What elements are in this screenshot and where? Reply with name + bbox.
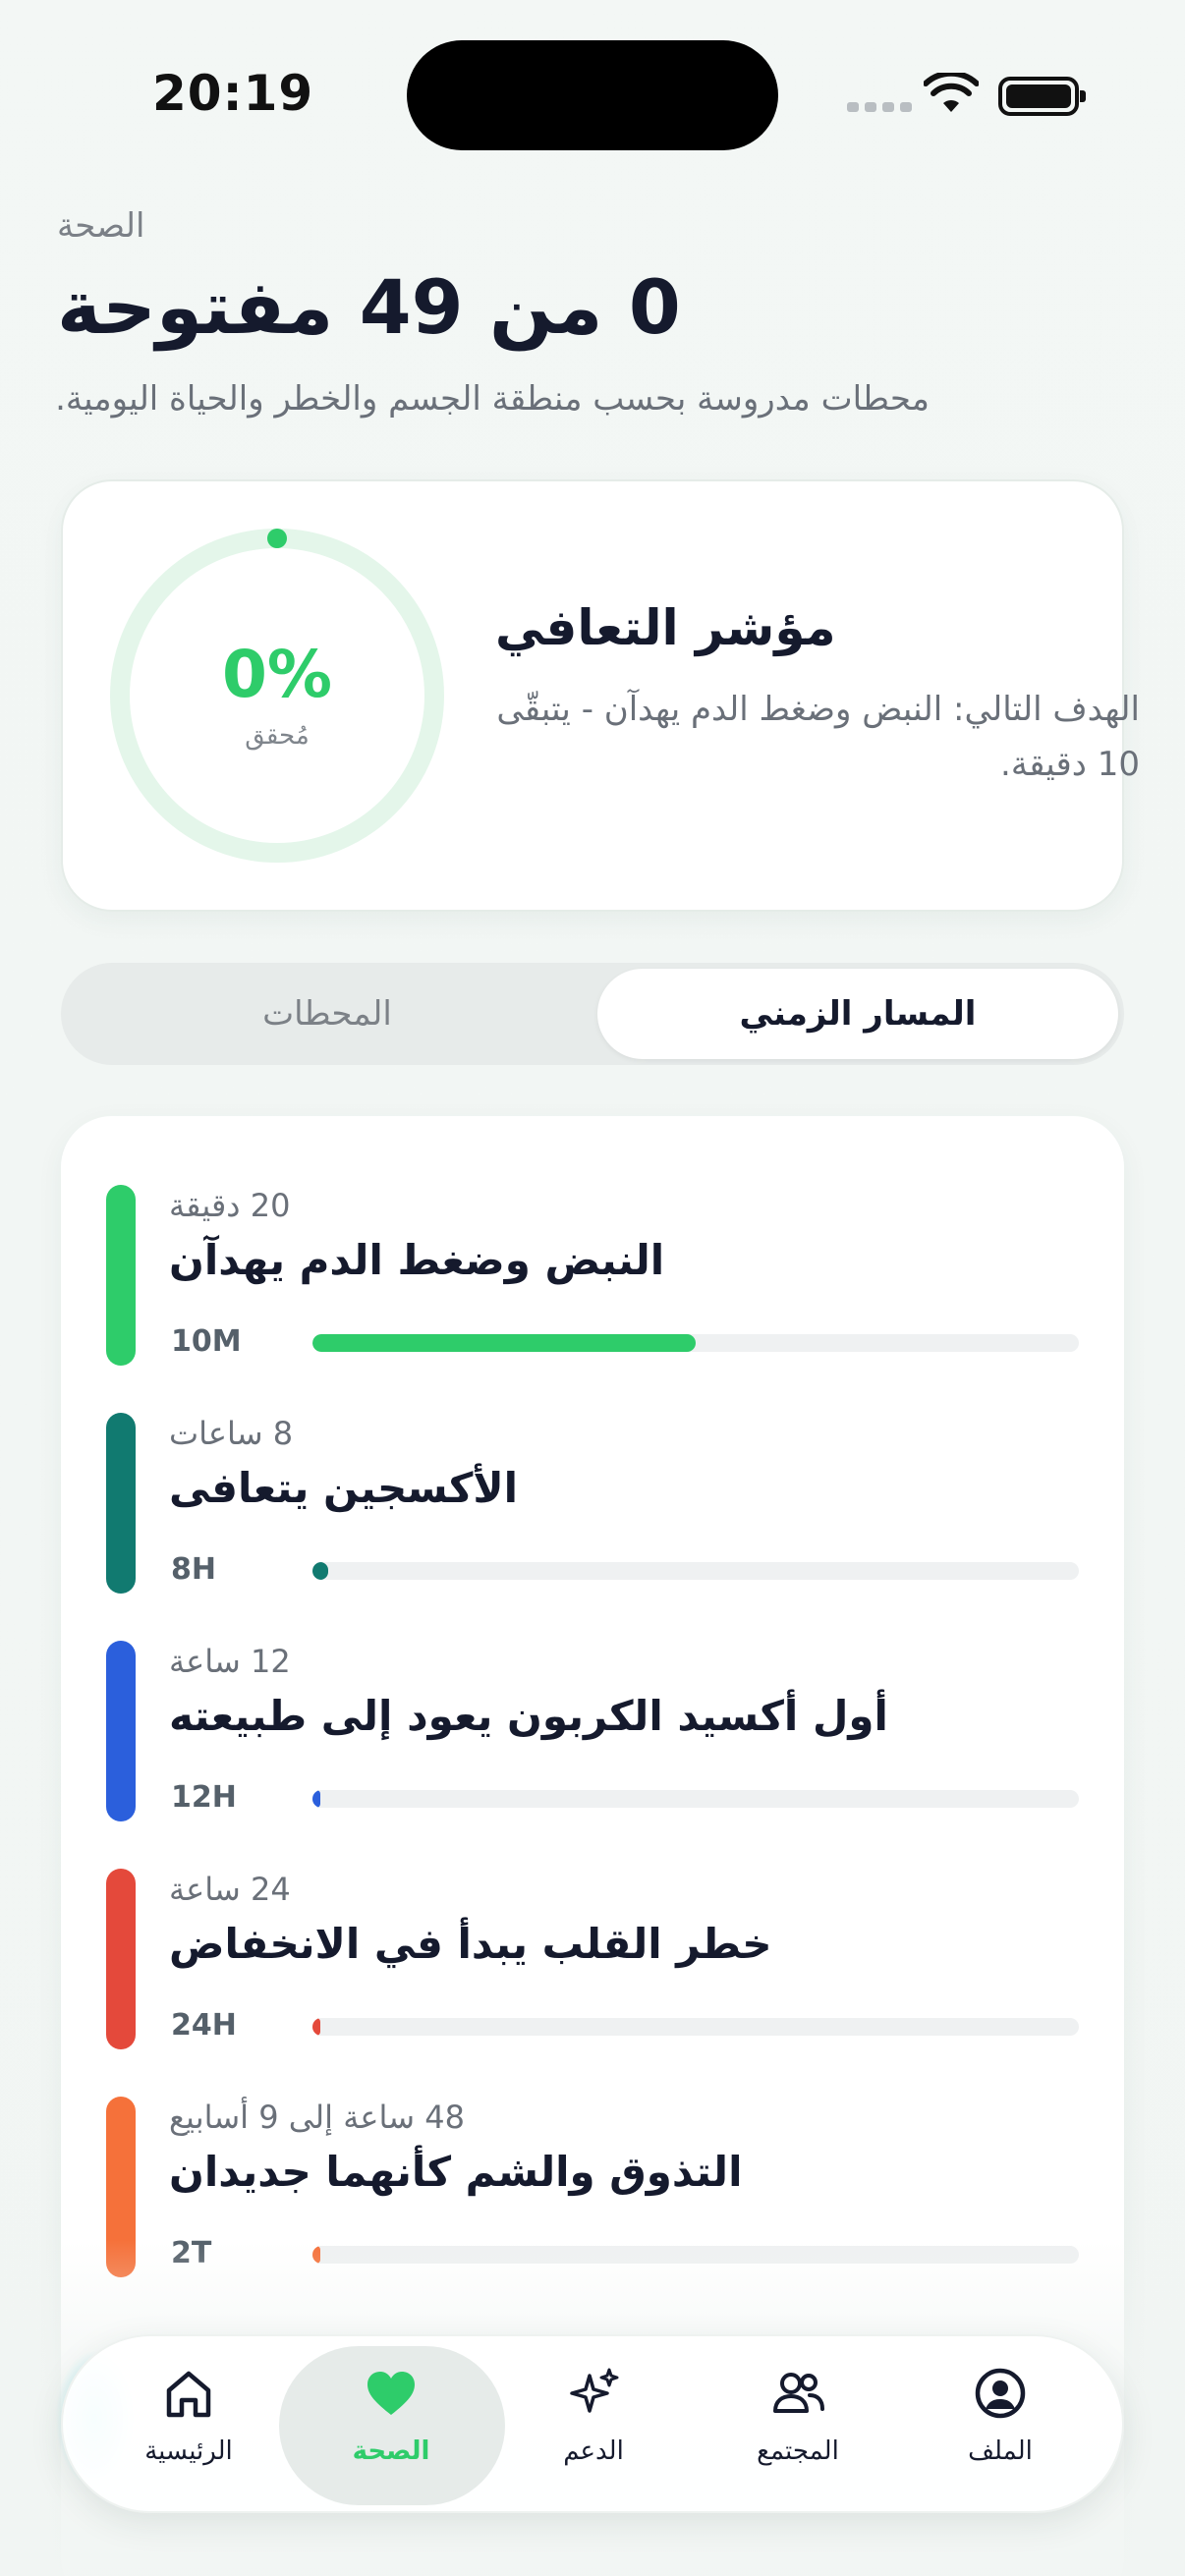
- stage-duration: 12 ساعة: [169, 1643, 291, 1680]
- tab-support[interactable]: الدعم: [495, 2364, 692, 2492]
- stage-color-bar: [106, 1185, 136, 1366]
- progress-ring: 0% مُحقق: [108, 527, 446, 865]
- stage-duration: 20 دقيقة: [169, 1187, 291, 1224]
- stage-duration: 24 ساعة: [169, 1871, 291, 1908]
- sparkles-icon: [570, 2368, 619, 2413]
- tab-label: الدعم: [563, 2436, 624, 2466]
- stage-title: خطر القلب يبدأ في الانخفاض: [169, 1920, 772, 1968]
- stage-color-bar: [106, 1869, 136, 2049]
- list-item[interactable]: 24 ساعة خطر القلب يبدأ في الانخفاض 24H: [61, 1800, 1124, 2049]
- home-icon: [166, 2371, 211, 2418]
- tab-health[interactable]: الصحة: [293, 2364, 489, 2492]
- tab-label: المجتمع: [757, 2436, 839, 2466]
- stage-title: أول أكسيد الكربون يعود إلى طبيعته: [169, 1692, 888, 1740]
- tab-stations[interactable]: المحطات: [67, 969, 588, 1059]
- recovery-card: 0% مُحقق مؤشر التعافي الهدف التالي: النب…: [61, 479, 1140, 912]
- tab-label: الرئيسية: [144, 2436, 233, 2466]
- people-icon: [773, 2373, 824, 2413]
- list-item[interactable]: 8 ساعات الأكسجين يتعافى 8H: [61, 1344, 1124, 1594]
- page-subtitle: محطات مدروسة بحسب منطقة الجسم والخطر وال…: [55, 379, 930, 419]
- status-time: 20:19: [152, 65, 314, 122]
- dynamic-island: [407, 40, 778, 150]
- tab-home[interactable]: الرئيسية: [90, 2364, 287, 2492]
- list-item[interactable]: 20 دقيقة النبض وضغط الدم يهدآن 10M: [61, 1116, 1124, 1366]
- stage-title: التذوق والشم كأنهما جديدان: [169, 2148, 743, 2196]
- page-title: 0 من 49 مفتوحة: [57, 263, 681, 351]
- tab-timeline[interactable]: المسار الزمني: [597, 969, 1118, 1059]
- bottom-tab-bar: الرئيسية الصحة الدعم المجتمع الملف: [61, 2334, 1124, 2513]
- tab-community[interactable]: المجتمع: [700, 2364, 896, 2492]
- progress-percent: 0%: [221, 637, 333, 712]
- recovery-description: الهدف التالي: النبض وضغط الدم يهدآن - يت…: [496, 690, 1140, 784]
- section-eyebrow: الصحة: [57, 206, 145, 246]
- tab-profile[interactable]: الملف: [902, 2364, 1099, 2492]
- profile-icon: [975, 2368, 1026, 2419]
- battery-icon: [998, 77, 1086, 116]
- stage-duration: 8 ساعات: [169, 1415, 294, 1452]
- stage-color-bar: [106, 1641, 136, 1821]
- status-bar: 20:19: [0, 0, 1185, 196]
- heart-icon: [367, 2372, 415, 2415]
- stage-title: الأكسجين يتعافى: [169, 1464, 519, 1512]
- tab-label: الملف: [968, 2436, 1033, 2466]
- stage-duration: 48 ساعة إلى 9 أسابيع: [169, 2099, 465, 2136]
- signal-dots-icon: [847, 102, 912, 112]
- stage-title: النبض وضغط الدم يهدآن: [169, 1236, 665, 1284]
- recovery-title: مؤشر التعافي: [495, 599, 836, 656]
- tab-label: الصحة: [352, 2436, 430, 2466]
- progress-caption: مُحقق: [245, 721, 310, 751]
- list-item[interactable]: 48 ساعة إلى 9 أسابيع التذوق والشم كأنهما…: [61, 2028, 1124, 2277]
- stage-color-bar: [106, 1413, 136, 1594]
- list-item[interactable]: 12 ساعة أول أكسيد الكربون يعود إلى طبيعت…: [61, 1572, 1124, 1821]
- view-segmented-control: المحطات المسار الزمني: [61, 963, 1124, 1065]
- wifi-icon: [924, 73, 979, 112]
